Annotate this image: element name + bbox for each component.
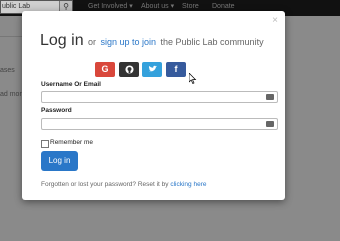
google-icon: G	[101, 64, 109, 74]
modal-title: Log in or sign up to join the Public Lab…	[40, 32, 264, 50]
keyboard-icon[interactable]	[266, 94, 274, 100]
keyboard-icon[interactable]	[266, 121, 274, 127]
title-suffix: the Public Lab community	[160, 37, 264, 47]
forgot-password-text: Forgotten or lost your password? Reset i…	[41, 181, 206, 188]
twitter-login-button[interactable]	[142, 62, 162, 77]
signup-link[interactable]: sign up to join	[101, 37, 157, 47]
mouse-cursor-icon	[189, 73, 197, 84]
close-icon[interactable]: ×	[272, 15, 278, 26]
username-label: Username Or Email	[41, 81, 101, 88]
google-login-button[interactable]: G	[95, 62, 115, 77]
login-button[interactable]: Log in	[41, 151, 78, 171]
remember-me-checkbox[interactable]	[41, 140, 49, 148]
or-text: or	[88, 37, 97, 47]
password-label: Password	[41, 107, 72, 114]
github-icon	[124, 65, 134, 74]
forgot-text: Forgotten or lost your password? Reset i…	[41, 181, 169, 188]
password-input[interactable]	[41, 118, 278, 130]
reset-password-link[interactable]: clicking here	[170, 181, 206, 188]
login-modal: × Log in or sign up to join the Public L…	[22, 11, 285, 200]
username-input[interactable]	[41, 91, 278, 103]
twitter-icon	[148, 65, 157, 72]
facebook-login-button[interactable]: f	[166, 62, 186, 77]
facebook-icon: f	[174, 64, 178, 74]
remember-me-label[interactable]: Remember me	[50, 139, 93, 146]
divider	[0, 36, 22, 37]
login-heading: Log in	[40, 32, 84, 49]
github-login-button[interactable]	[119, 62, 139, 77]
bg-text-fragment: ases	[0, 67, 15, 74]
search-input-text: ublic Lab	[2, 3, 31, 10]
